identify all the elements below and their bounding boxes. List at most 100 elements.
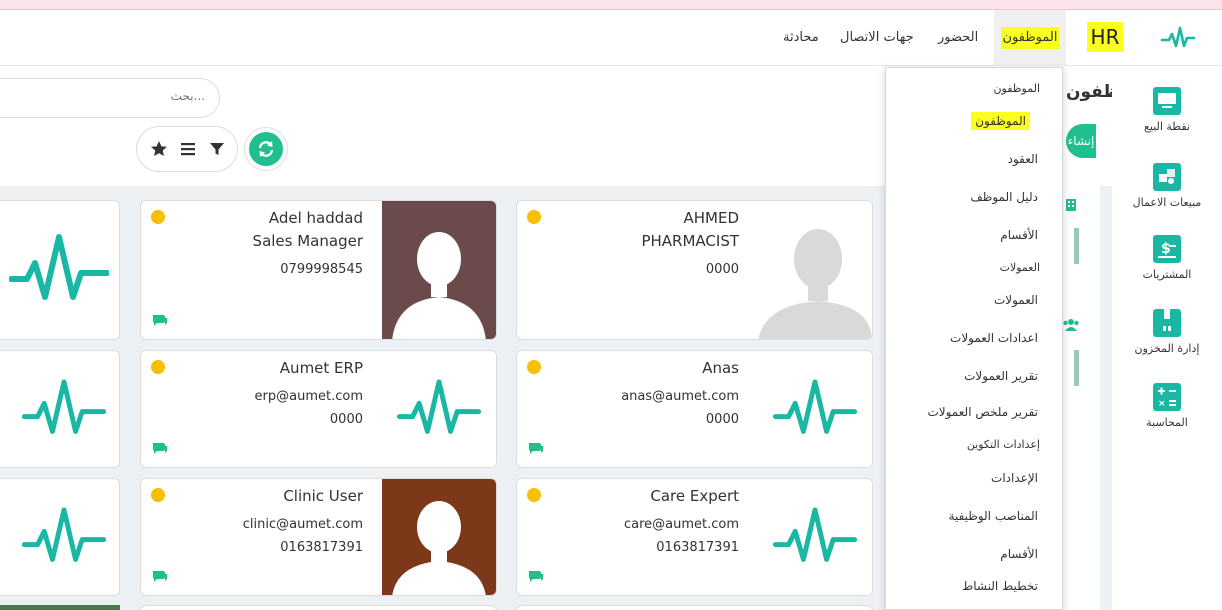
top-strip bbox=[0, 0, 1222, 10]
menu-item-contracts[interactable]: العقود bbox=[1008, 152, 1038, 166]
employee-card-anas[interactable]: Anas anas@aumet.com 0000 bbox=[516, 350, 873, 468]
list-icon[interactable] bbox=[178, 139, 198, 159]
chat-icon[interactable] bbox=[527, 569, 545, 583]
filter-icon[interactable] bbox=[207, 139, 227, 159]
app-point-of-sale[interactable]: نقطة البيع bbox=[1112, 86, 1222, 133]
refresh-icon bbox=[258, 141, 274, 157]
users-icon bbox=[1063, 319, 1079, 331]
employee-name: Aumet ERP bbox=[279, 359, 363, 377]
app-sales[interactable]: مبيعات الاعمال bbox=[1112, 162, 1222, 209]
employee-avatar bbox=[758, 479, 872, 595]
employee-email: clinic@aumet.com bbox=[242, 517, 363, 532]
chat-icon[interactable] bbox=[151, 441, 169, 455]
employee-card[interactable] bbox=[0, 200, 120, 340]
nav-item-contacts[interactable]: جهات الاتصال bbox=[840, 10, 914, 66]
employee-job: Sales Manager bbox=[252, 232, 363, 250]
brand-hr: HR bbox=[1087, 22, 1123, 52]
nav-item-discuss[interactable]: محادثة bbox=[783, 10, 819, 66]
sales-icon bbox=[1153, 163, 1181, 191]
menu-item-departments-config[interactable]: الأقسام bbox=[1000, 547, 1038, 561]
menu-item-commission-summary-report[interactable]: تقرير ملخص العمولات bbox=[927, 405, 1038, 419]
employee-phone: 0000 bbox=[705, 262, 739, 277]
employee-phone: 0000 bbox=[705, 412, 739, 427]
app-logo-icon[interactable] bbox=[1160, 24, 1196, 52]
employee-name: Care Expert bbox=[650, 487, 739, 505]
chat-icon[interactable] bbox=[151, 313, 169, 327]
monitor-icon bbox=[1153, 87, 1181, 115]
menu-item-commission-settings[interactable]: اعدادات العمولات bbox=[950, 331, 1038, 345]
status-dot bbox=[527, 360, 541, 374]
employee-card[interactable] bbox=[140, 605, 497, 610]
app-accounting[interactable]: × المحاسبة bbox=[1112, 382, 1222, 429]
employee-card-aumet-erp[interactable]: Aumet ERP erp@aumet.com 0000 bbox=[140, 350, 497, 468]
employee-name: Adel haddad bbox=[268, 209, 363, 227]
create-button[interactable]: إنشاء bbox=[1066, 124, 1096, 158]
employee-name: AHMED bbox=[683, 209, 739, 227]
menu-section-employees: الموظفون bbox=[993, 82, 1040, 95]
building-icon bbox=[1066, 199, 1076, 211]
aumet-logo-icon bbox=[396, 379, 482, 434]
search-input[interactable] bbox=[25, 89, 205, 103]
calculator-icon: × bbox=[1153, 383, 1181, 411]
employee-card-clinic-user[interactable]: Clinic User clinic@aumet.com 0163817391 bbox=[140, 478, 497, 596]
employee-phone: 0799998545 bbox=[280, 262, 363, 277]
employee-name: Clinic User bbox=[283, 487, 363, 505]
aumet-logo-icon bbox=[772, 507, 858, 562]
app-inventory[interactable]: إدارة المخزون bbox=[1112, 308, 1222, 355]
search-box[interactable] bbox=[0, 78, 220, 118]
employee-phone: 0163817391 bbox=[656, 540, 739, 555]
aumet-logo-icon bbox=[772, 379, 858, 434]
inventory-box-icon bbox=[1153, 309, 1181, 337]
employee-email: erp@aumet.com bbox=[254, 389, 363, 404]
menu-section-configuration: إعدادات التكوين bbox=[966, 438, 1040, 451]
chat-icon[interactable] bbox=[527, 441, 545, 455]
employee-email: anas@aumet.com bbox=[621, 389, 739, 404]
employee-avatar bbox=[382, 351, 496, 467]
top-navbar: HR الموظفون الحضور جهات الاتصال محادثة bbox=[0, 10, 1222, 66]
menu-item-activity-planning[interactable]: تخطيط النشاط bbox=[962, 579, 1038, 593]
employee-phone: 0163817391 bbox=[280, 540, 363, 555]
status-dot bbox=[527, 210, 541, 224]
menu-section-commissions: العمولات bbox=[999, 261, 1040, 274]
apps-sidebar: نقطة البيع مبيعات الاعمال $ المشتريات إد… bbox=[1112, 66, 1222, 610]
status-dot bbox=[151, 488, 165, 502]
menu-item-commissions[interactable]: العمولات bbox=[994, 293, 1038, 307]
employee-card[interactable] bbox=[0, 350, 120, 468]
app-purchases[interactable]: $ المشتريات bbox=[1112, 234, 1222, 281]
employee-avatar bbox=[758, 351, 872, 467]
side-panel-partial bbox=[1062, 186, 1100, 610]
employee-avatar bbox=[758, 201, 872, 339]
person-silhouette-icon bbox=[392, 501, 486, 595]
aumet-logo-icon bbox=[21, 507, 107, 562]
employee-card[interactable] bbox=[516, 605, 873, 610]
employee-card[interactable] bbox=[0, 478, 120, 596]
menu-item-employee-directory[interactable]: دليل الموظف bbox=[970, 190, 1038, 204]
svg-text:$: $ bbox=[1161, 241, 1171, 257]
status-dot bbox=[151, 360, 165, 374]
status-dot bbox=[151, 210, 165, 224]
menu-item-commission-report[interactable]: تقرير العمولات bbox=[964, 369, 1038, 383]
employees-dropdown-menu: الموظفون الموظفون العقود دليل الموظف الأ… bbox=[885, 67, 1063, 610]
refresh-button[interactable] bbox=[244, 127, 288, 171]
filter-toolbar bbox=[136, 126, 238, 172]
aumet-logo-icon bbox=[21, 379, 107, 434]
dollar-icon: $ bbox=[1153, 235, 1181, 263]
menu-item-departments[interactable]: الأقسام bbox=[1000, 228, 1038, 242]
employee-name: Anas bbox=[702, 359, 739, 377]
nav-item-employees[interactable]: الموظفون bbox=[994, 10, 1066, 66]
menu-item-employees[interactable]: الموظفون bbox=[971, 112, 1030, 130]
svg-text:×: × bbox=[1158, 399, 1166, 409]
person-silhouette-icon bbox=[392, 232, 486, 339]
employee-phone: 0000 bbox=[329, 412, 363, 427]
person-silhouette-icon bbox=[758, 229, 872, 339]
employee-card-ahmed[interactable]: AHMED PHARMACIST 0000 bbox=[516, 200, 873, 340]
employee-card-care-expert[interactable]: Care Expert care@aumet.com 0163817391 bbox=[516, 478, 873, 596]
chat-icon[interactable] bbox=[151, 569, 169, 583]
menu-item-settings[interactable]: الإعدادات bbox=[991, 471, 1038, 485]
employee-avatar bbox=[382, 479, 496, 595]
status-dot bbox=[527, 488, 541, 502]
menu-item-job-positions[interactable]: المناصب الوظيفية bbox=[949, 509, 1038, 523]
employee-card-adel-haddad[interactable]: Adel haddad Sales Manager 0799998545 bbox=[140, 200, 497, 340]
star-icon[interactable] bbox=[149, 139, 169, 159]
nav-item-attendance[interactable]: الحضور bbox=[938, 10, 978, 66]
